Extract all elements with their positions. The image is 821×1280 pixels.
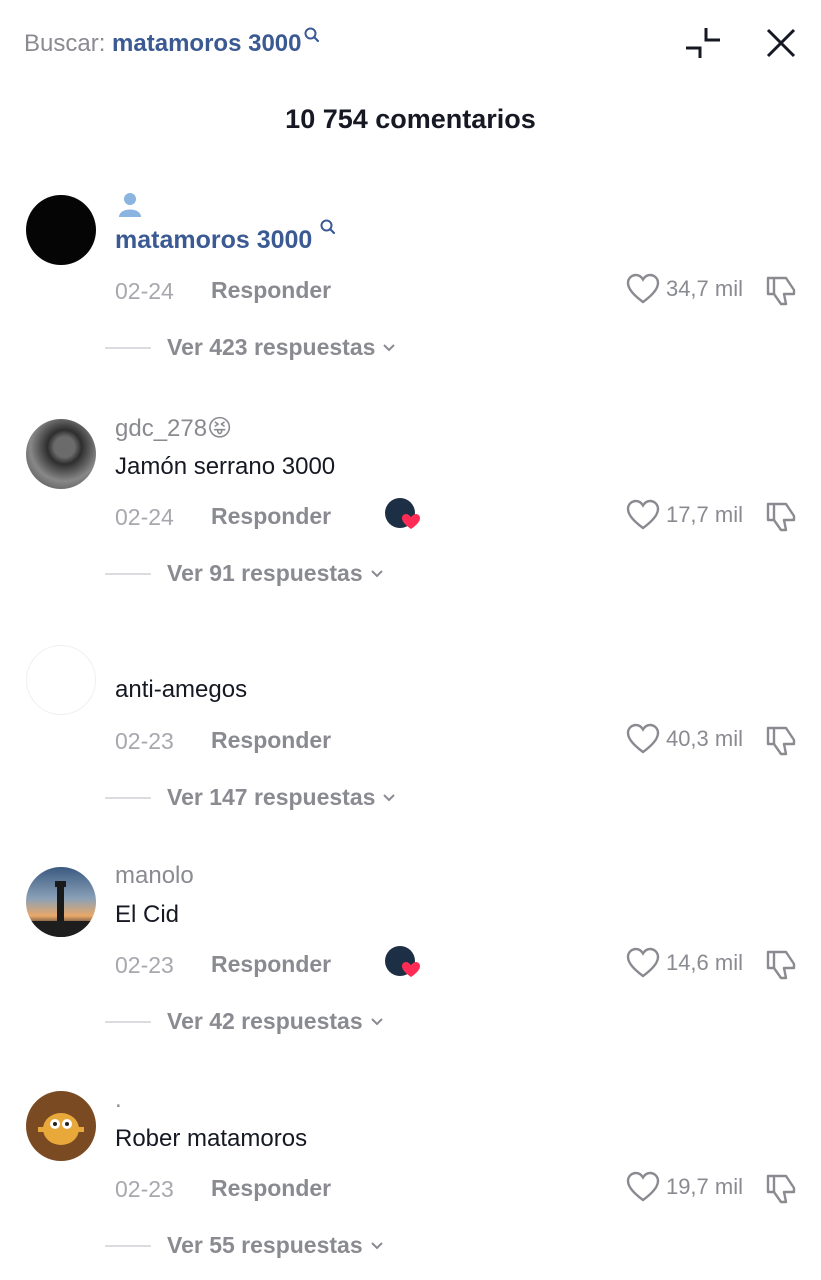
chevron-down-icon <box>370 1017 383 1025</box>
chevron-down-icon <box>370 1241 383 1249</box>
like-count: 17,7 mil <box>665 502 743 527</box>
search-icon <box>320 219 336 235</box>
view-replies-label: Ver 91 respuestas <box>167 560 363 586</box>
avatar[interactable] <box>26 645 96 715</box>
comment-text: Rober matamoros <box>115 1125 308 1152</box>
divider <box>105 346 151 349</box>
comment-date: 02-23 <box>115 728 174 754</box>
divider <box>105 1244 151 1247</box>
username-text: matamoros 3000 <box>115 226 313 254</box>
reply-button[interactable]: Responder <box>211 951 331 978</box>
heart-icon <box>626 273 660 304</box>
comment-count-title: 10 754 comentarios <box>285 104 536 134</box>
comment-date: 02-24 <box>115 278 174 304</box>
comment-text: El Cid <box>115 901 180 928</box>
heart-icon <box>626 1171 660 1202</box>
view-replies-button[interactable]: Ver 147 respuestas <box>105 784 397 811</box>
search-icon <box>304 27 320 43</box>
like-button[interactable]: 40,3 mil <box>626 723 743 755</box>
like-count: 14,6 mil <box>665 950 743 975</box>
reply-button[interactable]: Responder <box>211 1175 331 1202</box>
comment-text: anti-amegos <box>115 676 248 703</box>
chevron-down-icon <box>370 569 383 577</box>
comment-text: Jamón serrano 3000 <box>115 453 336 480</box>
divider <box>105 572 151 575</box>
view-replies-label: Ver 423 respuestas <box>167 334 376 360</box>
like-button[interactable]: 17,7 mil <box>626 499 743 531</box>
avatar[interactable] <box>26 1091 96 1161</box>
avatar[interactable] <box>26 419 96 489</box>
creator-liked-icon <box>385 946 420 977</box>
view-replies-label: Ver 147 respuestas <box>167 784 376 810</box>
comment-username[interactable]: . <box>115 1086 122 1114</box>
person-icon <box>119 193 141 217</box>
comment-date: 02-23 <box>115 952 174 978</box>
search-query-link[interactable]: matamoros 3000 <box>112 30 301 57</box>
view-replies-label: Ver 55 respuestas <box>167 1232 363 1258</box>
dislike-icon[interactable] <box>764 272 800 308</box>
avatar[interactable] <box>26 867 96 937</box>
divider <box>105 1020 151 1023</box>
lighthouse-icon <box>26 881 96 937</box>
comment-date: 02-23 <box>115 1176 174 1202</box>
emoji-icon: 😝 <box>207 415 233 442</box>
reply-button[interactable]: Responder <box>211 277 331 304</box>
search-prefix-text: Buscar: <box>24 30 106 57</box>
comment-username[interactable]: manolo <box>115 862 194 890</box>
reply-button[interactable]: Responder <box>211 503 331 530</box>
chevron-down-icon <box>383 793 396 801</box>
dislike-icon[interactable] <box>764 1170 800 1206</box>
comment-date: 02-24 <box>115 504 174 530</box>
dislike-icon[interactable] <box>764 498 800 534</box>
comment-username[interactable]: gdc_278😝 <box>115 414 232 443</box>
chevron-down-icon <box>383 343 396 351</box>
view-replies-button[interactable]: Ver 91 respuestas <box>105 560 385 587</box>
like-button[interactable]: 34,7 mil <box>626 273 743 305</box>
dislike-icon[interactable] <box>764 946 800 982</box>
search-label[interactable]: Buscar: matamoros 3000 <box>24 27 320 58</box>
view-replies-button[interactable]: Ver 423 respuestas <box>105 334 397 361</box>
like-count: 19,7 mil <box>665 1174 743 1199</box>
cartoon-dog-icon <box>38 1113 84 1145</box>
heart-icon <box>626 723 660 754</box>
close-icon[interactable] <box>762 24 800 62</box>
top-bar: Buscar: matamoros 3000 <box>0 0 821 90</box>
like-count: 40,3 mil <box>665 726 743 751</box>
like-button[interactable]: 19,7 mil <box>626 1171 743 1203</box>
heart-icon <box>626 947 660 978</box>
view-replies-button[interactable]: Ver 42 respuestas <box>105 1008 385 1035</box>
creator-liked-icon <box>385 498 420 529</box>
reply-button[interactable]: Responder <box>211 727 331 754</box>
like-count: 34,7 mil <box>665 276 743 301</box>
avatar[interactable] <box>26 195 96 265</box>
collapse-icon[interactable] <box>684 24 724 64</box>
comment-username[interactable]: matamoros 3000 <box>115 219 337 255</box>
divider <box>105 796 151 799</box>
dislike-icon[interactable] <box>764 722 800 758</box>
heart-icon <box>626 499 660 530</box>
username-text: gdc_278 <box>115 415 208 442</box>
like-button[interactable]: 14,6 mil <box>626 947 743 979</box>
view-replies-button[interactable]: Ver 55 respuestas <box>105 1232 385 1259</box>
view-replies-label: Ver 42 respuestas <box>167 1008 363 1034</box>
